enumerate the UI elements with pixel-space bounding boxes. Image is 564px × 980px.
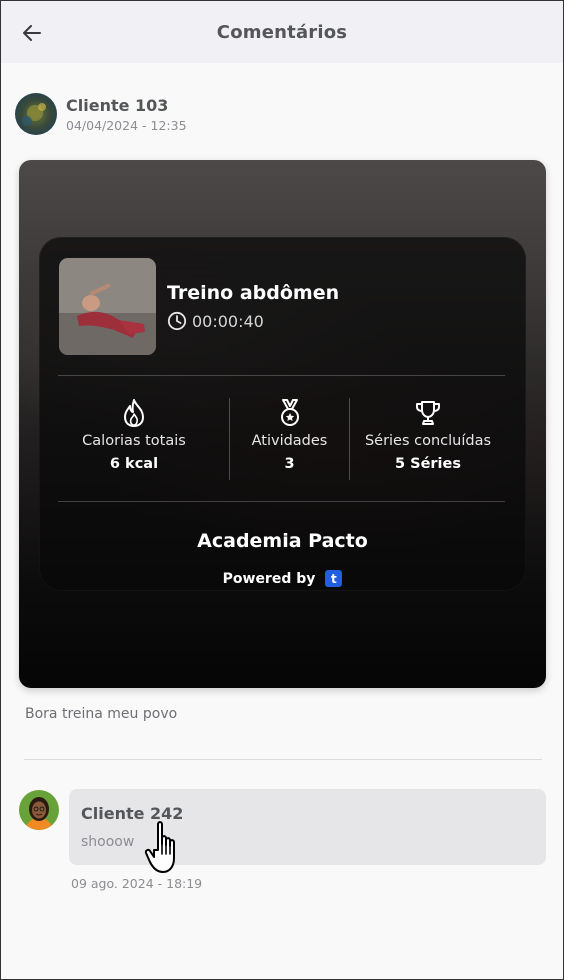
stat-activities: Atividades 3 — [227, 397, 352, 472]
stat-value: 3 — [284, 456, 295, 472]
post-author: Cliente 103 04/04/2024 - 12:35 — [15, 93, 187, 135]
divider — [58, 501, 505, 502]
medal-icon — [280, 399, 299, 426]
stat-label: Atividades — [251, 433, 328, 449]
comment-timestamp: 09 ago. 2024 - 18:19 — [71, 876, 203, 891]
gym-name: Academia Pacto — [197, 530, 368, 552]
comment-bubble[interactable]: Cliente 242 shooow — [69, 789, 546, 865]
stat-value: 5 Séries — [394, 456, 461, 472]
stat-label: Séries concluídas — [364, 433, 492, 449]
divider — [58, 375, 505, 376]
divider — [24, 759, 542, 760]
workout-thumbnail — [59, 258, 156, 355]
workout-summary-card[interactable]: Treino abdômen 00:00:40 Calorias totais … — [19, 160, 546, 688]
workout-title: Treino abdômen — [167, 282, 340, 304]
page-title: Comentários — [216, 21, 348, 43]
comment-text: shooow — [81, 834, 135, 850]
app-header: Comentários — [1, 1, 563, 63]
avatar-image — [19, 790, 59, 830]
duration-value: 00:00:40 — [192, 311, 264, 331]
avatar-image — [15, 93, 57, 135]
stat-series: Séries concluídas 5 Séries — [346, 397, 510, 472]
back-button[interactable] — [19, 20, 45, 46]
clock-icon — [167, 311, 187, 331]
trophy-icon — [416, 401, 440, 425]
stat-value: 6 kcal — [109, 456, 159, 472]
post-author-name: Cliente 103 — [66, 95, 169, 115]
stat-calories: Calorias totais 6 kcal — [76, 397, 192, 472]
stat-label: Calorias totais — [82, 433, 186, 449]
brand-logo-icon: t — [325, 570, 343, 587]
avatar[interactable] — [19, 790, 59, 830]
post-caption: Bora treina meu povo — [25, 706, 178, 722]
stats-panel: Treino abdômen 00:00:40 Calorias totais … — [39, 237, 526, 591]
powered-by: Powered by t — [39, 570, 526, 587]
flame-icon — [124, 399, 144, 427]
arrow-left-icon — [23, 25, 41, 41]
hand-cursor-icon — [144, 821, 175, 873]
powered-by-label: Powered by — [222, 570, 316, 587]
avatar[interactable] — [15, 93, 57, 135]
workout-duration: 00:00:40 — [167, 311, 264, 331]
post-timestamp: 04/04/2024 - 12:35 — [66, 117, 187, 133]
